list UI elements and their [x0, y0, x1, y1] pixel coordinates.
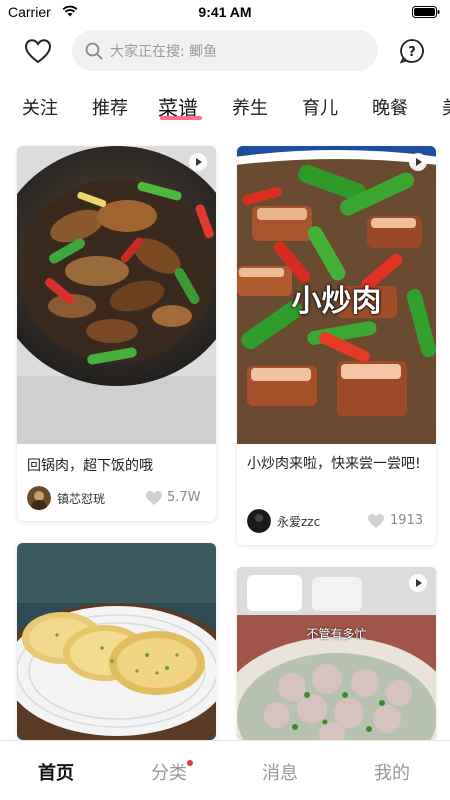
- tab-mei[interactable]: 美: [442, 94, 450, 120]
- tab-wancan[interactable]: 晚餐: [372, 94, 408, 120]
- recipe-image: 小炒肉: [237, 146, 436, 444]
- recipe-title: 小炒肉来啦，快来尝一尝吧!: [247, 456, 421, 472]
- nav-category[interactable]: 分类: [129, 759, 209, 785]
- like-heart-icon[interactable]: [145, 490, 163, 506]
- recipe-title: 回锅肉，超下饭的哦: [27, 458, 153, 474]
- recipe-card[interactable]: 回锅肉，超下饭的哦 镇芯怼珖 5.7W: [17, 146, 216, 521]
- video-play-icon: [189, 153, 207, 171]
- tab-guanzhu[interactable]: 关注: [22, 94, 58, 120]
- bottom-tab-bar: 首页 分类 消息 我的: [0, 740, 450, 800]
- author-name[interactable]: 永爱zzc: [277, 513, 320, 530]
- recipe-card[interactable]: 不管有多忙: [237, 567, 436, 740]
- tab-yangsheng[interactable]: 养生: [232, 94, 268, 120]
- clock: 9:41 AM: [198, 4, 252, 20]
- author-name[interactable]: 镇芯怼珖: [57, 490, 105, 507]
- recipe-image: 不管有多忙: [237, 567, 436, 740]
- top-header: 大家正在搜: 鲫鱼 ?: [0, 30, 450, 74]
- like-count: 1913: [390, 513, 424, 528]
- help-icon[interactable]: ?: [399, 38, 425, 64]
- recipe-image: [17, 146, 216, 444]
- recipe-card[interactable]: 小炒肉 小炒肉来啦，快来尝一尝吧! 永爱zzc 1913: [237, 146, 436, 545]
- overlay-caption: 小炒肉: [291, 284, 382, 319]
- search-placeholder: 大家正在搜: 鲫鱼: [110, 44, 218, 60]
- svg-text:?: ?: [408, 45, 416, 60]
- nav-profile[interactable]: 我的: [352, 759, 432, 785]
- search-icon: [85, 42, 103, 60]
- nav-home[interactable]: 首页: [16, 759, 96, 785]
- like-count: 5.7W: [167, 490, 201, 505]
- search-input[interactable]: 大家正在搜: 鲫鱼: [72, 30, 378, 71]
- tab-tuijian[interactable]: 推荐: [92, 94, 128, 120]
- overlay-caption: 不管有多忙: [306, 627, 367, 641]
- battery-icon: [412, 6, 440, 18]
- avatar[interactable]: [247, 509, 271, 533]
- nav-messages[interactable]: 消息: [240, 759, 320, 785]
- status-bar: Carrier 9:41 AM: [0, 0, 450, 26]
- recipe-image: [17, 543, 216, 740]
- like-heart-icon[interactable]: [367, 513, 385, 529]
- heart-icon[interactable]: [24, 38, 52, 64]
- avatar[interactable]: [27, 486, 51, 510]
- recipe-card[interactable]: [17, 543, 216, 740]
- category-tabs: 关注 推荐 菜谱 养生 育儿 晚餐 美: [0, 94, 450, 124]
- video-play-icon: [409, 153, 427, 171]
- video-play-icon: [409, 574, 427, 592]
- tab-yuer[interactable]: 育儿: [302, 94, 338, 120]
- notification-dot: [187, 760, 193, 766]
- active-tab-underline: [160, 116, 202, 120]
